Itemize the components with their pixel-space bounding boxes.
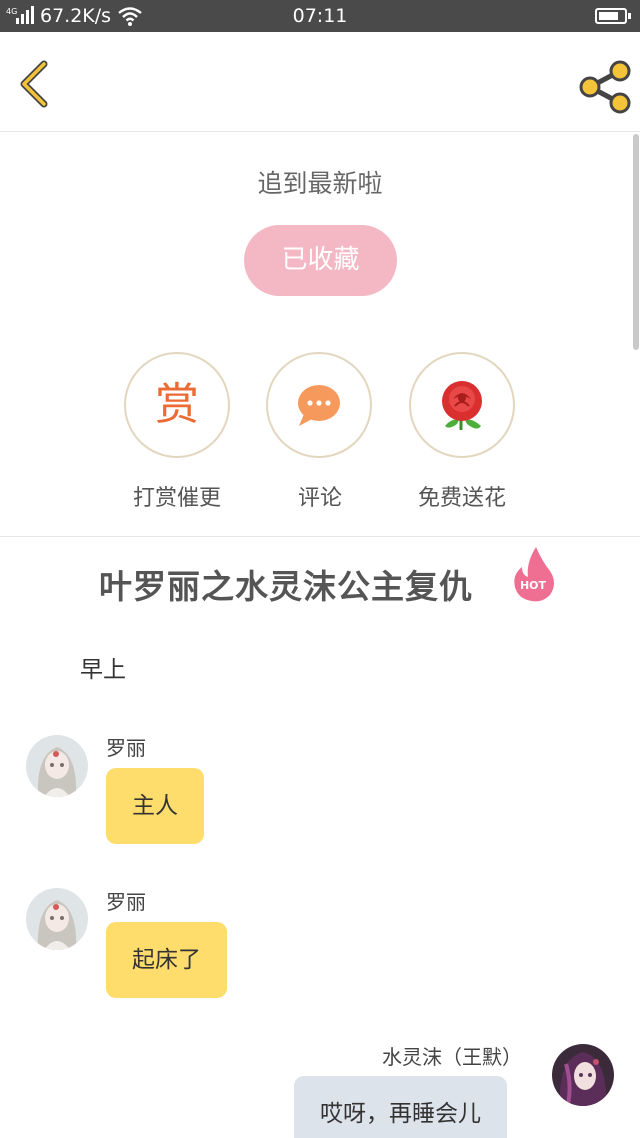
send-flower-button[interactable] <box>409 352 515 458</box>
comment-button[interactable] <box>266 352 372 458</box>
sender-name: 罗丽 <box>106 736 146 760</box>
section-divider <box>0 536 640 537</box>
back-button[interactable] <box>14 60 58 108</box>
share-icon <box>579 60 631 114</box>
avatar[interactable] <box>552 1044 614 1106</box>
comment-label: 评论 <box>297 486 342 511</box>
battery-fill <box>599 12 618 20</box>
message-bubble[interactable]: 主人 <box>106 768 204 844</box>
status-time: 07:11 <box>292 5 348 27</box>
reward-button[interactable]: 赏 <box>124 352 230 458</box>
favorite-button[interactable]: 已收藏 <box>244 225 397 296</box>
avatar-luoli-icon <box>26 888 88 950</box>
story-title: 叶罗丽之水灵沫公主复仇 <box>99 567 473 606</box>
avatar[interactable] <box>26 888 88 950</box>
message-bubble[interactable]: 起床了 <box>106 922 227 998</box>
battery-icon <box>595 8 627 24</box>
reward-icon: 赏 <box>155 379 199 430</box>
reward-label: 打赏催更 <box>132 486 221 511</box>
status-bar: 4G 67.2K/s 07:11 <box>0 0 640 32</box>
caught-up-text: 追到最新啦 <box>257 169 383 198</box>
sender-name: 水灵沫（王默） <box>382 1045 522 1069</box>
message-bubble[interactable]: 哎呀，再睡会儿 <box>294 1076 507 1138</box>
hot-flame-icon: HOT <box>514 547 554 602</box>
share-button[interactable] <box>578 60 632 114</box>
battery-tip <box>628 13 631 19</box>
sender-name: 罗丽 <box>106 890 146 914</box>
avatar[interactable] <box>26 735 88 797</box>
hot-badge-text: HOT <box>520 579 547 592</box>
avatar-luoli-icon <box>26 735 88 797</box>
narration-text: 早上 <box>80 657 126 683</box>
reader-page: 4G 67.2K/s 07:11 追到最新啦 已收藏 赏 打赏催更 评论 免费送… <box>0 0 640 1138</box>
top-nav <box>0 32 640 132</box>
comment-icon <box>298 385 340 426</box>
send-flower-label: 免费送花 <box>417 486 506 511</box>
rose-icon <box>442 381 482 430</box>
chevron-left-icon <box>20 60 48 108</box>
avatar-shuilingmo-icon <box>552 1044 614 1106</box>
